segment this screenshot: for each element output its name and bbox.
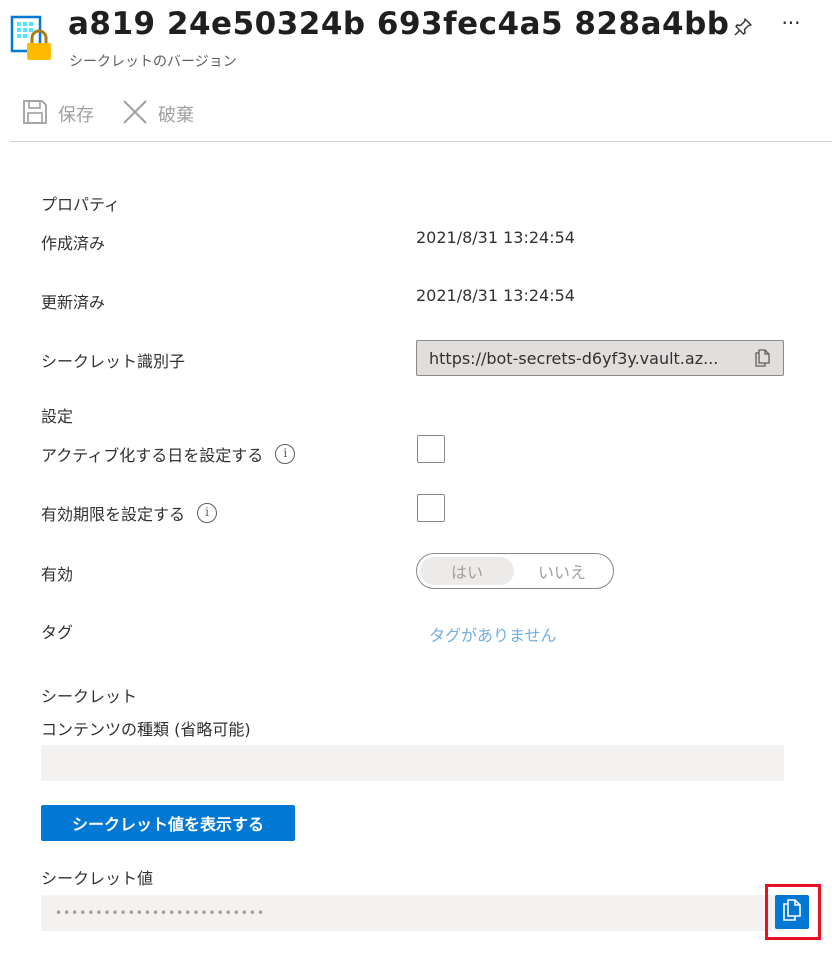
enabled-no-option[interactable]: いいえ: [514, 557, 610, 585]
enabled-label: 有効: [41, 565, 74, 584]
expiration-date-label: 有効期限を設定する: [41, 505, 186, 524]
discard-label: 破棄: [158, 105, 194, 126]
enabled-toggle[interactable]: はい いいえ: [416, 553, 614, 589]
key-vault-secret-icon: [10, 14, 54, 62]
save-label: 保存: [58, 105, 94, 126]
settings-section-title: 設定: [41, 407, 74, 426]
created-label: 作成済み: [41, 234, 106, 253]
secret-identifier-field[interactable]: https://bot-secrets-d6yf3y.vault.az...: [416, 340, 784, 376]
secret-identifier-label: シークレット識別子: [41, 352, 186, 371]
show-secret-value-button[interactable]: シークレット値を表示する: [41, 805, 295, 841]
pin-icon[interactable]: [730, 14, 756, 40]
secret-section-title: シークレット: [41, 687, 138, 706]
activation-date-label: アクティブ化する日を設定する: [41, 446, 264, 465]
updated-label: 更新済み: [41, 293, 106, 312]
more-options-icon[interactable]: ···: [776, 10, 806, 40]
page-title: a819 24e50324b 693fec4a5 828a4bb: [68, 6, 730, 42]
tags-link[interactable]: タグがありません: [429, 622, 557, 646]
discard-button[interactable]: 破棄: [122, 98, 194, 130]
save-button[interactable]: 保存: [22, 98, 94, 130]
activation-date-row: アクティブ化する日を設定する i: [41, 442, 296, 466]
close-icon: [122, 99, 148, 130]
toolbar-divider: [10, 141, 832, 142]
tags-label: タグ: [41, 623, 74, 642]
copy-icon: [781, 899, 803, 925]
enabled-yes-option[interactable]: はい: [420, 557, 514, 585]
secret-value-field[interactable]: ••••••••••••••••••••••••••: [41, 895, 784, 931]
page-subtitle: シークレットのバージョン: [69, 54, 237, 70]
copy-icon[interactable]: [753, 349, 771, 367]
content-type-label: コンテンツの種類 (省略可能): [41, 720, 251, 739]
secret-value-label: シークレット値: [41, 869, 154, 888]
info-icon[interactable]: i: [197, 503, 218, 523]
save-icon: [22, 99, 48, 130]
content-type-input[interactable]: [41, 745, 784, 781]
expiration-date-checkbox[interactable]: [417, 494, 445, 522]
copy-secret-button[interactable]: [775, 895, 809, 929]
created-value: 2021/8/31 13:24:54: [416, 228, 575, 247]
secret-identifier-value: https://bot-secrets-d6yf3y.vault.az...: [429, 348, 719, 368]
info-icon[interactable]: i: [275, 444, 296, 464]
properties-section-title: プロパティ: [41, 195, 121, 214]
updated-value: 2021/8/31 13:24:54: [416, 286, 575, 305]
expiration-date-row: 有効期限を設定する i: [41, 501, 218, 525]
activation-date-checkbox[interactable]: [417, 435, 445, 463]
